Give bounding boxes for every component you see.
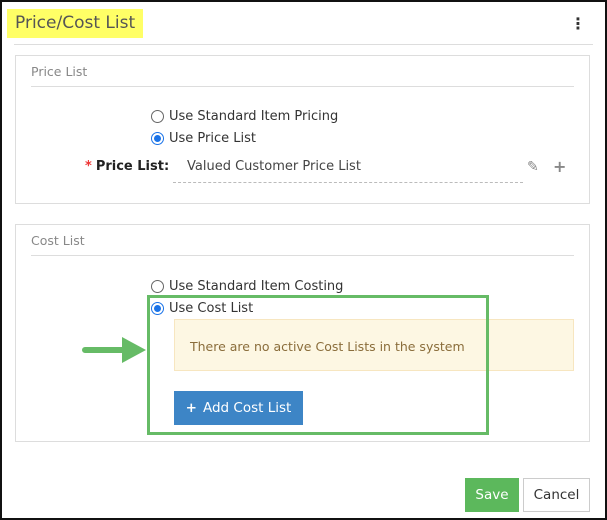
edit-icon[interactable]: ✎ [527,159,539,175]
annotation-arrow-icon [82,337,146,363]
section-title: Cost List [31,233,85,248]
divider [14,44,593,45]
radio-use-price-list[interactable]: Use Price List [151,131,256,146]
annotation-highlight-box [147,295,489,435]
price-list-label: * Price List: [85,159,169,174]
radio-icon[interactable] [151,132,164,145]
required-mark: * [85,159,92,174]
radio-label: Use Price List [169,131,256,146]
radio-standard-pricing[interactable]: Use Standard Item Pricing [151,109,338,124]
cancel-button[interactable]: Cancel [523,478,590,512]
price-list-select[interactable]: Valued Customer Price List [173,156,523,183]
radio-label: Use Standard Item Costing [169,279,344,294]
plus-icon[interactable]: + [553,157,566,176]
radio-standard-costing[interactable]: Use Standard Item Costing [151,279,343,294]
page-title: Price/Cost List [7,9,144,38]
radio-icon[interactable] [151,280,164,293]
radio-icon[interactable] [151,110,164,123]
label-text: Price List: [95,159,170,174]
divider [31,86,574,87]
kebab-menu-icon[interactable]: ⋮ [570,14,586,33]
section-title: Price List [31,64,88,79]
save-button[interactable]: Save [465,478,519,512]
radio-label: Use Standard Item Pricing [169,109,339,124]
divider [31,255,574,256]
